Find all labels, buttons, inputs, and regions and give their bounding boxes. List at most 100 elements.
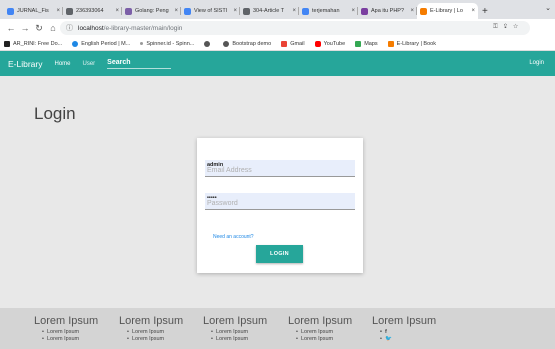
browser-tab[interactable]: JURNAL_Fis ×	[4, 3, 63, 19]
search-input[interactable]: Search	[107, 59, 172, 69]
footer-heading: Lorem Ipsum	[34, 315, 99, 327]
bookmark-item[interactable]: Bootstrap demo	[223, 40, 271, 47]
email-placeholder: Email Address	[207, 167, 252, 174]
bookmark-icon	[4, 40, 10, 47]
tab-favicon-icon	[7, 7, 14, 15]
browser-tab[interactable]: 236393064 ×	[63, 3, 122, 19]
close-icon[interactable]: ×	[233, 8, 237, 14]
tab-title: Golang: Peng	[135, 8, 169, 14]
close-icon[interactable]: ×	[174, 8, 178, 14]
login-button[interactable]: LOGIN	[256, 245, 303, 263]
site-info-icon[interactable]: ⓘ	[66, 23, 73, 33]
facebook-icon[interactable]: f	[380, 329, 436, 336]
browser-tab-active[interactable]: E-Library | Lo ×	[417, 3, 478, 19]
need-account-link[interactable]: Need an account?	[213, 234, 254, 240]
footer-link[interactable]: Lorem Ipsum	[127, 336, 183, 343]
footer-heading: Lorem Ipsum	[288, 315, 353, 327]
browser-tab[interactable]: View of SISTI ×	[181, 3, 240, 19]
close-icon[interactable]: ×	[56, 8, 60, 14]
brand-logo[interactable]: E-Library	[8, 59, 42, 69]
close-icon[interactable]: ×	[292, 8, 296, 14]
nav-home-link[interactable]: Home	[54, 61, 70, 67]
new-tab-button[interactable]: +	[482, 3, 488, 19]
footer-link[interactable]: Lorem Ipsum	[211, 336, 267, 343]
footer-link[interactable]: Lorem Ipsum	[296, 336, 352, 343]
footer-column: Lorem Ipsum Lorem IpsumLorem Ipsum	[203, 315, 267, 343]
footer-heading: Lorem Ipsum	[203, 315, 268, 327]
bookmark-item[interactable]	[204, 40, 213, 47]
home-icon[interactable]: ⌂	[46, 23, 60, 33]
tab-title: 304-Article T	[253, 8, 285, 14]
tab-title: E-Library | Lo	[430, 8, 463, 14]
tab-favicon-icon	[125, 7, 132, 15]
twitter-icon[interactable]: 🐦	[380, 336, 436, 343]
forward-icon[interactable]: →	[18, 23, 32, 33]
app-navbar: E-Library Home User Search Login	[0, 51, 555, 76]
browser-tab-strip: JURNAL_Fis × 236393064 × Golang: Peng × Vie…	[0, 0, 555, 19]
tab-favicon-icon	[361, 7, 368, 15]
maps-icon	[355, 40, 362, 47]
browser-tab[interactable]: terjemahan ×	[299, 3, 358, 19]
tab-favicon-icon	[302, 7, 309, 15]
elibrary-icon	[387, 40, 394, 47]
browser-tab[interactable]: Apa itu PHP? ×	[358, 3, 417, 19]
close-icon[interactable]: ×	[410, 8, 414, 14]
tab-favicon-icon	[184, 7, 191, 15]
footer-link[interactable]: Lorem Ipsum	[296, 329, 352, 336]
footer-column: Lorem Ipsum Lorem IpsumLorem Ipsum	[119, 315, 183, 343]
footer-heading: Lorem Ipsum	[372, 315, 437, 327]
nav-user-link[interactable]: User	[83, 61, 96, 67]
url-path: /e-library-master/main/login	[103, 24, 183, 32]
gmail-icon	[281, 40, 288, 47]
bookmark-item[interactable]: YouTube	[314, 40, 345, 47]
footer-link[interactable]: Lorem Ipsum	[211, 329, 267, 336]
reload-icon[interactable]: ↻	[32, 23, 46, 34]
browser-tab[interactable]: Golang: Peng ×	[122, 3, 181, 19]
url-host: localhost	[78, 24, 104, 32]
globe-icon	[223, 40, 230, 47]
tab-favicon-icon	[66, 7, 73, 15]
bookmark-item[interactable]: English Period | M...	[72, 40, 130, 47]
footer-column: Lorem Ipsum Lorem IpsumLorem Ipsum	[288, 315, 352, 343]
back-icon[interactable]: ←	[4, 23, 18, 33]
browser-tab[interactable]: 304-Article T ×	[240, 3, 299, 19]
youtube-icon	[314, 40, 321, 47]
footer: Lorem Ipsum Lorem IpsumLorem Ipsum Lorem…	[0, 308, 555, 349]
bookmark-item[interactable]: Maps	[355, 40, 378, 47]
main-content: Login admin Email Address ••••• Password…	[0, 76, 555, 308]
bookmark-icon	[72, 40, 79, 47]
footer-link[interactable]: Lorem Ipsum	[42, 336, 98, 343]
browser-toolbar: ← → ↻ ⌂ ⓘ localhost/e-library-master/mai…	[0, 19, 555, 49]
tab-title: View of SISTI	[194, 8, 228, 14]
nav-login-link[interactable]: Login	[529, 60, 544, 66]
email-field[interactable]: admin Email Address	[205, 160, 355, 177]
password-placeholder: Password	[207, 200, 238, 207]
close-icon[interactable]: ×	[471, 8, 475, 14]
tab-favicon-icon	[420, 7, 427, 15]
bookmark-item[interactable]: Spinner.id - Spinn...	[140, 41, 194, 47]
address-bar[interactable]: ⓘ localhost/e-library-master/main/login …	[60, 21, 530, 35]
tab-favicon-icon	[243, 7, 250, 15]
password-field[interactable]: ••••• Password	[205, 193, 355, 210]
tab-title: JURNAL_Fis	[17, 8, 49, 14]
bookmarks-bar: AR_RINI: Free Do... English Period | M..…	[0, 37, 555, 51]
bookmark-item[interactable]: E-Library | Book	[387, 40, 436, 47]
footer-heading: Lorem Ipsum	[119, 315, 184, 327]
close-icon[interactable]: ×	[115, 8, 119, 14]
bookmark-icon	[140, 42, 144, 45]
address-bar-actions[interactable]: ⚿⇪☆	[493, 24, 524, 31]
footer-column-social: Lorem Ipsum f🐦	[372, 315, 436, 343]
bookmark-item[interactable]: AR_RINI: Free Do...	[4, 40, 62, 47]
bookmark-item[interactable]: Gmail	[281, 40, 305, 47]
footer-link[interactable]: Lorem Ipsum	[42, 329, 98, 336]
footer-column: Lorem Ipsum Lorem IpsumLorem Ipsum	[34, 315, 98, 343]
tab-search-icon[interactable]: ⌄	[545, 4, 551, 12]
footer-link[interactable]: Lorem Ipsum	[127, 329, 183, 336]
login-card: admin Email Address ••••• Password Need …	[197, 138, 363, 273]
page-title: Login	[34, 104, 76, 123]
tab-title: terjemahan	[312, 8, 340, 14]
close-icon[interactable]: ×	[351, 8, 355, 14]
tab-title: 236393064	[76, 8, 104, 14]
globe-icon	[204, 40, 211, 47]
tab-title: Apa itu PHP?	[371, 8, 405, 14]
